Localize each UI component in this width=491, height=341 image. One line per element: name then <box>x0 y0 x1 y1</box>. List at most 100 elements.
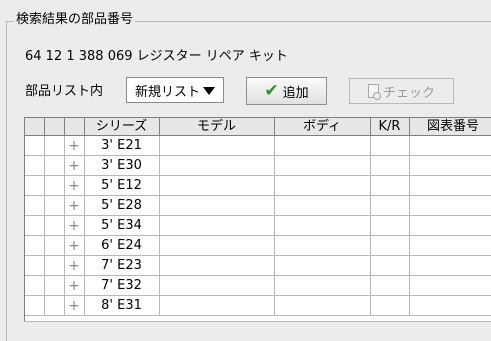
part-number-line: 64 12 1 388 069 レジスター リペア キット <box>25 49 288 64</box>
add-button-label: 追加 <box>282 85 309 101</box>
row-cell <box>25 235 45 256</box>
row-cell <box>25 155 45 176</box>
row-cell <box>25 135 45 156</box>
column-header-model[interactable]: モデル <box>159 118 275 136</box>
model-cell <box>159 195 275 216</box>
chevron-down-icon <box>203 87 215 95</box>
check-button[interactable]: チェック <box>349 78 454 104</box>
body-cell <box>274 295 371 316</box>
row-cell <box>25 295 45 316</box>
series-cell: 7' E32 <box>84 275 160 296</box>
table-row[interactable]: + 7' E23 <box>25 255 491 276</box>
body-cell <box>274 195 371 216</box>
expand-plus-icon[interactable]: + <box>64 295 85 316</box>
row-cell <box>25 275 45 296</box>
series-cell: 3' E30 <box>84 155 160 176</box>
column-header-blank-3[interactable] <box>64 118 85 136</box>
expand-plus-icon[interactable]: + <box>64 195 85 216</box>
row-cell <box>25 175 45 196</box>
expand-plus-icon[interactable]: + <box>64 155 85 176</box>
table-row[interactable]: + 3' E30 <box>25 155 491 176</box>
column-header-blank-1[interactable] <box>25 118 45 136</box>
kr-cell <box>370 295 410 316</box>
table-row[interactable]: + 3' E21 <box>25 135 491 156</box>
body-cell <box>274 255 371 276</box>
diagram-number-cell <box>409 175 491 196</box>
diagram-number-cell <box>409 295 491 316</box>
model-cell <box>159 155 275 176</box>
body-cell <box>274 275 371 296</box>
series-cell: 8' E31 <box>84 295 160 316</box>
diagram-number-cell <box>409 135 491 156</box>
body-cell <box>274 175 371 196</box>
model-cell <box>159 175 275 196</box>
model-cell <box>159 135 275 156</box>
horizontal-scrollbar[interactable] <box>24 321 491 333</box>
row-cell <box>25 195 45 216</box>
document-check-icon <box>367 84 381 100</box>
row-cell <box>44 215 65 236</box>
row-cell <box>44 235 65 256</box>
check-button-label: チェック <box>382 85 435 101</box>
body-cell <box>274 215 371 236</box>
model-cell <box>159 295 275 316</box>
table-header-row: シリーズ モデル ボディ K/R 図表番号 <box>25 118 491 136</box>
series-cell: 6' E24 <box>84 235 160 256</box>
dropdown-selected-value: 新規リスト <box>135 84 201 100</box>
row-cell <box>25 255 45 276</box>
column-header-series[interactable]: シリーズ <box>84 118 160 136</box>
model-cell <box>159 275 275 296</box>
model-cell <box>159 235 275 256</box>
row-cell <box>44 175 65 196</box>
expand-plus-icon[interactable]: + <box>64 215 85 236</box>
kr-cell <box>370 195 410 216</box>
diagram-number-cell <box>409 195 491 216</box>
column-header-kr[interactable]: K/R <box>370 118 410 136</box>
add-button[interactable]: ✔ 追加 <box>246 77 327 105</box>
kr-cell <box>370 135 410 156</box>
kr-cell <box>370 155 410 176</box>
row-cell <box>44 195 65 216</box>
body-cell <box>274 135 371 156</box>
series-cell: 3' E21 <box>84 135 160 156</box>
row-cell <box>44 295 65 316</box>
kr-cell <box>370 275 410 296</box>
diagram-number-cell <box>409 255 491 276</box>
parts-list-dropdown[interactable]: 新規リスト <box>126 77 224 103</box>
group-title: 検索結果の部品番号 <box>14 12 136 28</box>
table-row[interactable]: + 5' E28 <box>25 195 491 216</box>
table-row[interactable]: + 7' E32 <box>25 275 491 296</box>
row-cell <box>44 255 65 276</box>
table-row[interactable]: + 6' E24 <box>25 235 491 256</box>
diagram-number-cell <box>409 155 491 176</box>
table-row[interactable]: + 5' E34 <box>25 215 491 236</box>
body-cell <box>274 155 371 176</box>
series-cell: 7' E23 <box>84 255 160 276</box>
diagram-number-cell <box>409 275 491 296</box>
check-icon: ✔ <box>264 80 279 101</box>
column-header-diagram-number[interactable]: 図表番号 <box>409 118 491 136</box>
column-header-body[interactable]: ボディ <box>274 118 371 136</box>
expand-plus-icon[interactable]: + <box>64 235 85 256</box>
diagram-number-cell <box>409 215 491 236</box>
row-cell <box>44 275 65 296</box>
expand-plus-icon[interactable]: + <box>64 255 85 276</box>
column-header-blank-2[interactable] <box>44 118 65 136</box>
row-cell <box>44 135 65 156</box>
diagram-number-cell <box>409 235 491 256</box>
kr-cell <box>370 235 410 256</box>
kr-cell <box>370 255 410 276</box>
table-row[interactable]: + 5' E12 <box>25 175 491 196</box>
series-cell: 5' E34 <box>84 215 160 236</box>
parts-list-label: 部品リスト内 <box>25 84 104 99</box>
table-row[interactable]: + 8' E31 <box>25 295 491 316</box>
expand-plus-icon[interactable]: + <box>64 135 85 156</box>
expand-plus-icon[interactable]: + <box>64 275 85 296</box>
row-cell <box>25 215 45 236</box>
row-cell <box>44 155 65 176</box>
body-cell <box>274 235 371 256</box>
model-cell <box>159 215 275 236</box>
series-cell: 5' E28 <box>84 195 160 216</box>
kr-cell <box>370 215 410 236</box>
expand-plus-icon[interactable]: + <box>64 175 85 196</box>
